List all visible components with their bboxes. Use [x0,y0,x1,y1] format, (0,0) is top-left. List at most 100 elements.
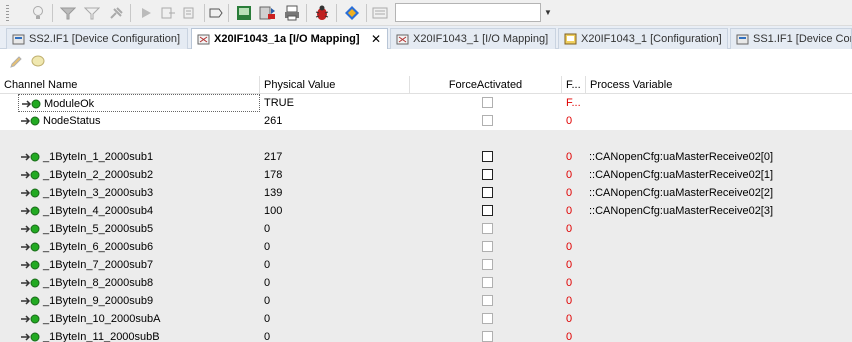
lightbulb-icon[interactable] [28,3,48,23]
step-over-icon[interactable] [158,3,178,23]
process-variable-cell[interactable] [586,238,852,256]
process-variable-cell[interactable] [586,256,852,274]
comment-icon[interactable] [30,54,46,70]
table-row[interactable]: _1ByteIn_6_2000sub6 0 0 [0,238,852,256]
toolbar-combo[interactable] [395,3,541,22]
process-variable-cell[interactable] [586,310,852,328]
physical-value-cell[interactable]: 261 [260,112,410,130]
table-row[interactable]: _1ByteIn_7_2000sub7 0 0 [0,256,852,274]
filter-clear-icon[interactable] [82,3,102,23]
physical-value-cell[interactable]: 0 [260,328,410,342]
tab-x20if1043-1a-io-mapping[interactable]: X20IF1043_1a [I/O Mapping] ✕ [191,28,388,50]
play-icon[interactable] [136,3,156,23]
process-variable-cell[interactable] [586,274,852,292]
channel-name-cell[interactable]: _1ByteIn_6_2000sub6 [18,238,260,256]
tab-x20if1043-1-io-mapping[interactable]: X20IF1043_1 [I/O Mapping] [390,28,556,49]
force-value-cell[interactable]: 0 [562,220,586,238]
process-variable-cell[interactable] [586,328,852,342]
close-icon[interactable]: ✕ [371,29,381,49]
print-icon[interactable] [282,3,302,23]
force-activated-checkbox[interactable] [482,205,493,216]
force-activated-checkbox[interactable] [482,331,493,342]
force-activated-checkbox[interactable] [482,97,493,108]
filter-icon[interactable] [58,3,78,23]
tab-x20if1043-1-configuration[interactable]: X20IF1043_1 [Configuration] [558,28,728,49]
table-row[interactable]: _1ByteIn_4_2000sub4 100 0::CANopenCfg:uaMa… [0,202,852,220]
force-activated-checkbox[interactable] [482,313,493,324]
table-row[interactable]: _1ByteIn_3_2000sub3 139 0::CANopenCfg:uaMa… [0,184,852,202]
physical-value-cell[interactable]: 0 [260,220,410,238]
grip-icon[interactable] [6,5,9,21]
physical-value-cell[interactable]: TRUE [260,94,410,112]
table-row[interactable]: _1ByteIn_1_2000sub1 217 0::CANopenCfg:uaMa… [0,148,852,166]
physical-value-cell[interactable]: 0 [260,238,410,256]
force-value-cell[interactable]: 0 [562,238,586,256]
channel-name-cell[interactable]: _1ByteIn_7_2000sub7 [18,256,260,274]
chevron-down-icon[interactable]: ▼ [543,7,553,21]
force-value-cell[interactable]: 0 [562,112,586,130]
column-header-channel-name[interactable]: Channel Name [0,76,260,94]
force-value-cell[interactable]: 0 [562,166,586,184]
tab-ss2-device-config[interactable]: SS2.IF1 [Device Configuration] [6,28,188,49]
process-variable-cell[interactable]: ::CANopenCfg:uaMasterReceive02[1] [586,166,852,184]
transfer-icon[interactable] [258,3,278,23]
table-row[interactable]: _1ByteIn_2_2000sub2 178 0::CANopenCfg:uaMa… [0,166,852,184]
column-header-physical-value[interactable]: Physical Value [260,76,410,94]
channel-name-cell[interactable]: _1ByteIn_4_2000sub4 [18,202,260,220]
physical-value-cell[interactable]: 0 [260,256,410,274]
channel-name-cell[interactable]: _1ByteIn_11_2000subB [18,328,260,342]
force-activated-checkbox[interactable] [482,241,493,252]
force-value-cell[interactable]: 0 [562,256,586,274]
pencil-icon[interactable] [8,54,24,70]
force-activated-checkbox[interactable] [482,115,493,126]
physical-value-cell[interactable]: 217 [260,148,410,166]
force-activated-checkbox[interactable] [482,187,493,198]
column-header-process-variable[interactable]: Process Variable [586,76,852,94]
table-row[interactable]: _1ByteIn_9_2000sub9 0 0 [0,292,852,310]
pin-icon[interactable] [106,3,126,23]
force-activated-checkbox[interactable] [482,151,493,162]
force-value-cell[interactable]: F... [562,94,586,112]
monitor-icon[interactable] [234,3,254,23]
channel-name-cell[interactable]: _1ByteIn_5_2000sub5 [18,220,260,238]
physical-value-cell[interactable]: 0 [260,274,410,292]
force-activated-checkbox[interactable] [482,295,493,306]
table-row[interactable]: _1ByteIn_10_2000subA 0 0 [0,310,852,328]
process-variable-cell[interactable] [586,220,852,238]
physical-value-cell[interactable]: 139 [260,184,410,202]
channel-name-cell[interactable]: ModuleOk [18,94,260,112]
table-row[interactable]: _1ByteIn_11_2000subB 0 0 [0,328,852,342]
force-value-cell[interactable]: 0 [562,292,586,310]
channel-name-cell[interactable]: _1ByteIn_8_2000sub8 [18,274,260,292]
channel-name-cell[interactable]: _1ByteIn_10_2000subA [18,310,260,328]
table-row[interactable]: _1ByteIn_8_2000sub8 0 0 [0,274,852,292]
channel-name-cell[interactable]: _1ByteIn_3_2000sub3 [18,184,260,202]
force-activated-checkbox[interactable] [482,223,493,234]
force-value-cell[interactable]: 0 [562,202,586,220]
process-variable-cell[interactable] [586,292,852,310]
table-row[interactable]: ModuleOk TRUE F... [0,94,852,112]
force-value-cell[interactable]: 0 [562,310,586,328]
physical-value-cell[interactable]: 178 [260,166,410,184]
process-variable-cell[interactable]: ::CANopenCfg:uaMasterReceive02[2] [586,184,852,202]
force-activated-checkbox[interactable] [482,169,493,180]
bug-icon[interactable] [312,3,332,23]
step-into-icon[interactable] [180,3,200,23]
physical-value-cell[interactable]: 0 [260,310,410,328]
force-activated-checkbox[interactable] [482,277,493,288]
tab-ss1-device-config[interactable]: SS1.IF1 [Device Configuration] [730,28,852,49]
column-header-force-activated[interactable]: ForceActivated [410,76,562,94]
force-activated-checkbox[interactable] [482,259,493,270]
physical-value-cell[interactable]: 100 [260,202,410,220]
process-variable-cell[interactable] [586,94,852,112]
force-value-cell[interactable]: 0 [562,274,586,292]
channel-name-cell[interactable]: _1ByteIn_1_2000sub1 [18,148,260,166]
table-row[interactable]: NodeStatus 261 0 [0,112,852,130]
list-icon[interactable] [370,3,390,23]
force-value-cell[interactable]: 0 [562,148,586,166]
process-variable-cell[interactable]: ::CANopenCfg:uaMasterReceive02[3] [586,202,852,220]
channel-name-cell[interactable]: _1ByteIn_2_2000sub2 [18,166,260,184]
force-value-cell[interactable]: 0 [562,328,586,342]
channel-name-cell[interactable]: NodeStatus [18,112,260,130]
process-variable-cell[interactable] [586,112,852,130]
